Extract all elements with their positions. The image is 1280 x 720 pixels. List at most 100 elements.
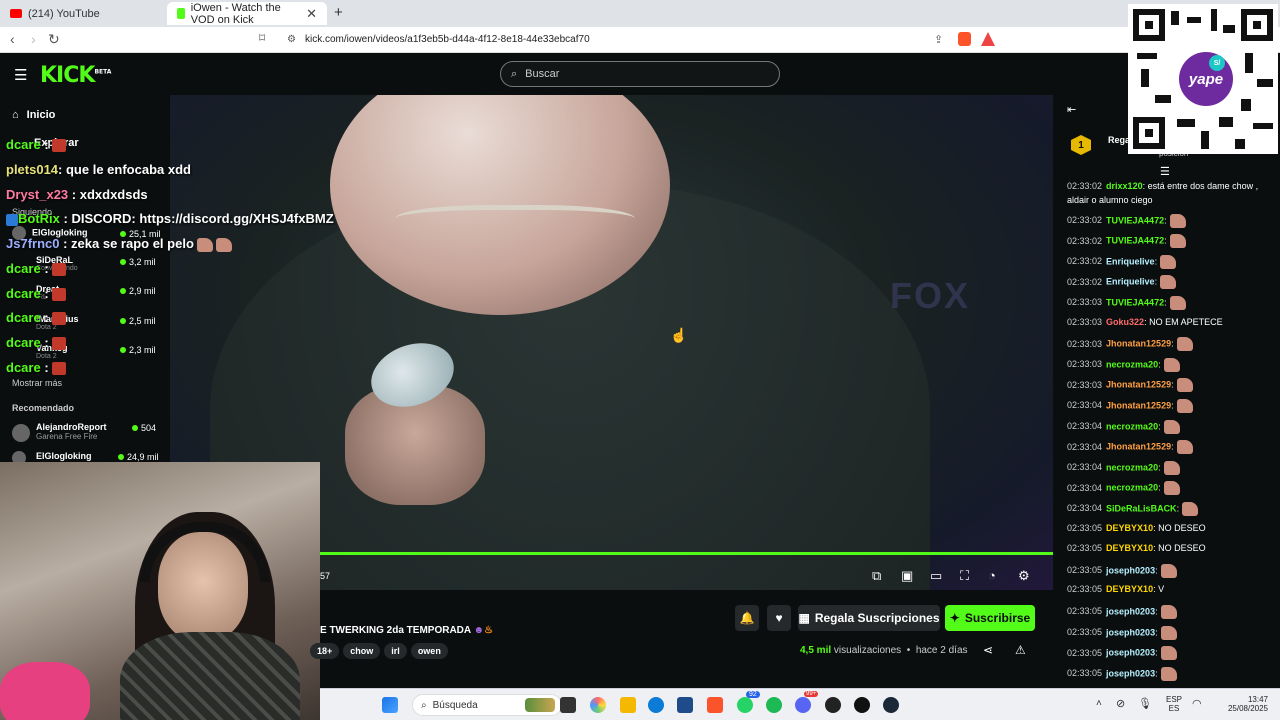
menu-icon[interactable]: ☰: [14, 66, 27, 84]
chrome-like-icon[interactable]: [854, 697, 870, 713]
clip-icon[interactable]: ▣: [901, 568, 913, 584]
follow-heart-button[interactable]: ♥: [767, 605, 791, 631]
chat-settings-icon[interactable]: ☰: [1160, 165, 1170, 178]
chat-username[interactable]: Jhonatan12529: [1106, 339, 1171, 349]
overlay-chat-line: dcare :: [6, 335, 66, 351]
chat-username[interactable]: SiDeRaLisBACK: [1106, 503, 1177, 513]
chat-username[interactable]: Goku322: [1106, 317, 1144, 327]
clock[interactable]: 13:47 25/08/2025: [1216, 695, 1268, 713]
chat-username[interactable]: joseph0203: [1106, 606, 1155, 616]
store-icon[interactable]: [677, 697, 693, 713]
copilot-icon[interactable]: [590, 697, 606, 713]
notification-bell-button[interactable]: 🔔: [735, 605, 759, 631]
new-tab-button[interactable]: +: [334, 4, 343, 21]
brave-rewards-icon[interactable]: [981, 32, 995, 46]
badge-icon: [51, 362, 66, 376]
close-tab-icon[interactable]: ✕: [306, 6, 317, 22]
site-info-icon[interactable]: ⚙: [287, 34, 296, 45]
sidebar-item-inicio[interactable]: ⌂ Inicio: [12, 109, 55, 121]
show-more-link[interactable]: Mostrar más: [12, 378, 62, 388]
kick-logo[interactable]: KICKBETA: [40, 63, 111, 88]
emote-icon: [1160, 666, 1177, 681]
sidebar-recommended-1[interactable]: AlejandroReport Garena Free Fire 504: [12, 422, 162, 442]
chat-username[interactable]: Jhonatan12529: [1106, 442, 1171, 452]
chat-username[interactable]: Jhonatan12529: [1106, 380, 1171, 390]
chat-username[interactable]: drixx120: [1106, 181, 1143, 191]
chat-text: :: [1155, 647, 1158, 658]
windows-taskbar: ⌕ Búsqueda 92 99+ ˄ ⊘ 🎙 ESP ES ◠ 13:47 25/0…: [320, 688, 1280, 720]
chat-username[interactable]: Jhonatan12529: [1106, 400, 1171, 410]
forward-icon[interactable]: ›: [31, 31, 36, 47]
webcam-overlay: [0, 462, 320, 720]
search-input[interactable]: ⌕ Buscar: [500, 61, 780, 87]
emote-icon: [1169, 234, 1186, 249]
gift-subs-button[interactable]: ▦ Regala Suscripciones: [798, 605, 940, 631]
theater-icon[interactable]: ▭: [930, 568, 942, 584]
chat-timestamp: 02:33:04: [1067, 400, 1103, 411]
chat-username[interactable]: necrozma20: [1106, 462, 1158, 472]
tray-chevron-icon[interactable]: ˄: [1096, 698, 1102, 709]
chat-text: :: [1176, 503, 1180, 514]
chat-username[interactable]: TUVIEJA4472: [1106, 297, 1164, 307]
tag-chip[interactable]: 18+: [310, 643, 340, 659]
video-person-glasses: [395, 205, 635, 239]
brave-shield-icon[interactable]: [958, 32, 971, 46]
miniplayer-icon[interactable]: ⧉: [872, 568, 881, 584]
chat-username[interactable]: joseph0203: [1106, 668, 1155, 678]
share-icon[interactable]: ⋖: [983, 643, 993, 657]
steam-icon[interactable]: [883, 697, 899, 713]
windows-start-icon[interactable]: [382, 697, 398, 713]
language-indicator[interactable]: ESP ES: [1162, 695, 1186, 713]
chat-username[interactable]: Enriquelive: [1106, 277, 1155, 287]
fullscreen-icon[interactable]: ⛶: [960, 568, 969, 584]
brave-icon[interactable]: [707, 697, 723, 713]
subscribe-button[interactable]: ✦ Suscribirse: [945, 605, 1035, 631]
mic-icon[interactable]: 🎙: [1138, 697, 1152, 710]
chat-username[interactable]: necrozma20: [1106, 421, 1158, 431]
chat-username[interactable]: DEYBYX10: [1106, 584, 1153, 594]
url-input[interactable]: kick.com/iowen/videos/a1f3eb5b-d44a-4f12…: [305, 34, 590, 45]
chat-username[interactable]: joseph0203: [1106, 648, 1155, 658]
webcam-person-body: [120, 632, 300, 720]
edge-icon[interactable]: [648, 697, 664, 713]
progress-bar[interactable]: [320, 552, 1053, 555]
task-view-icon[interactable]: [560, 697, 576, 713]
chat-username[interactable]: TUVIEJA4472: [1106, 215, 1164, 225]
tab-youtube[interactable]: (214) YouTube: [0, 2, 165, 25]
reload-icon[interactable]: ↻: [48, 31, 60, 48]
taskbar-search-input[interactable]: ⌕ Búsqueda: [412, 694, 562, 716]
tab-kick[interactable]: iOwen - Watch the VOD on Kick ✕: [167, 2, 327, 26]
settings-gear-icon[interactable]: ⚙: [1018, 568, 1030, 584]
bookmark-icon[interactable]: ⌑: [259, 31, 265, 45]
network-icon[interactable]: ⊘: [1116, 697, 1125, 710]
discord-icon[interactable]: [795, 697, 811, 713]
search-placeholder: Buscar: [525, 68, 560, 80]
tag-chip[interactable]: irl: [384, 643, 407, 659]
tag-chip[interactable]: chow: [343, 643, 381, 659]
speed-icon[interactable]: ◔: [988, 568, 996, 583]
share-icon[interactable]: ⇪: [934, 33, 943, 46]
chat-username[interactable]: TUVIEJA4472: [1106, 236, 1164, 246]
chat-text: :: [1164, 214, 1167, 225]
chat-username[interactable]: DEYBYX10: [1106, 523, 1153, 533]
spotify-icon[interactable]: [766, 697, 782, 713]
back-icon[interactable]: ‹: [10, 31, 15, 47]
overlay-chat-line: plets014: que le enfocaba xdd: [6, 162, 191, 177]
chat-username[interactable]: Enriquelive: [1106, 256, 1155, 266]
wifi-icon[interactable]: ◠: [1192, 697, 1202, 710]
chat-username[interactable]: necrozma20: [1106, 359, 1158, 369]
chat-username[interactable]: DEYBYX10: [1106, 543, 1153, 553]
chat-timestamp: 02:33:05: [1067, 668, 1103, 679]
report-icon[interactable]: ⚠: [1015, 643, 1026, 657]
emote-icon: [1182, 502, 1199, 516]
chat-username[interactable]: necrozma20: [1106, 483, 1158, 493]
obs-icon[interactable]: [825, 697, 841, 713]
chat-message: 02:33:05 joseph0203:: [1067, 605, 1177, 619]
tag-chip[interactable]: owen: [410, 643, 448, 659]
collapse-chat-icon[interactable]: ⇤: [1067, 103, 1076, 116]
whatsapp-icon[interactable]: [737, 697, 753, 713]
chat-username[interactable]: joseph0203: [1106, 565, 1155, 575]
file-explorer-icon[interactable]: [620, 697, 636, 713]
chat-username[interactable]: joseph0203: [1106, 627, 1155, 637]
sidebar-recommended-2[interactable]: ElGlogloking 24,9 mil: [12, 451, 162, 465]
